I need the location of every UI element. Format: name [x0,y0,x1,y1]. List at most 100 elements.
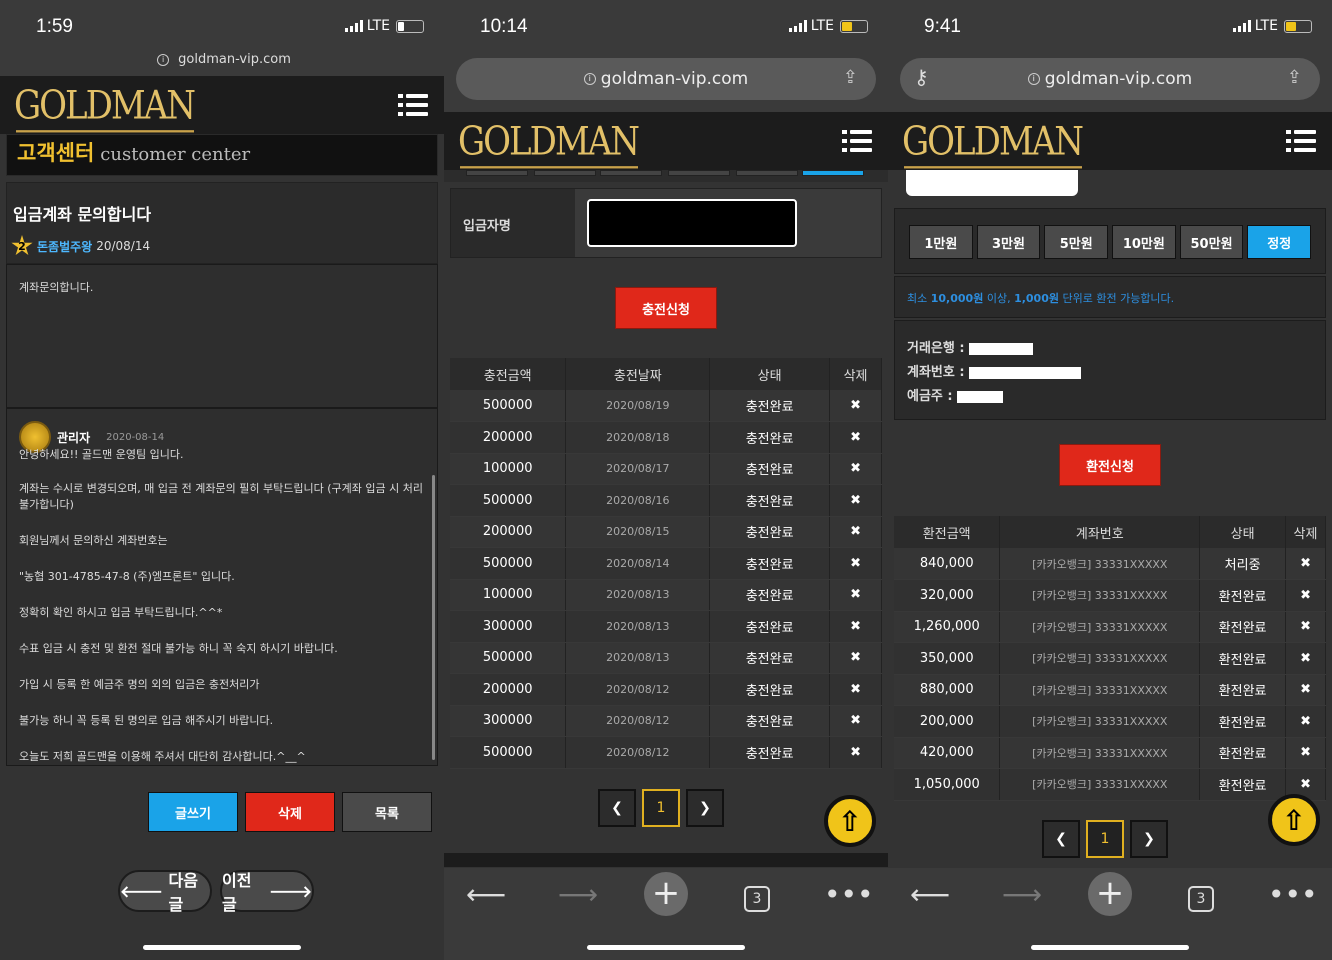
reset-button[interactable]: 정정 [1247,225,1312,259]
withdraw-request-button[interactable]: 환전신청 [1059,444,1161,486]
post-author[interactable]: 돈좀벌주왕 [37,238,92,255]
level-star-icon: 2 [11,235,33,256]
tabs-count-button[interactable]: 3 [744,886,770,912]
page-number[interactable]: 1 [642,789,680,827]
amount-50k-button[interactable]: 5만원 [1044,225,1109,259]
amount-input[interactable] [906,170,1078,196]
delete-x-icon[interactable]: ✖ [1285,548,1326,580]
table-row: 880,000 [카카오뱅크] 33331XXXXX 환전완료 ✖ [894,674,1326,706]
forward-arrow-icon[interactable]: ⟶ [1002,878,1042,911]
cell-amount: 1,260,000 [894,611,1001,643]
table-row: 320,000 [카카오뱅크] 33331XXXXX 환전완료 ✖ [894,579,1326,612]
cell-secondary: 2020/08/12 [565,673,711,706]
share-icon[interactable]: ⇪ [843,67,858,88]
amount-30k-button[interactable]: 3만원 [976,225,1041,259]
cell-secondary: 2020/08/15 [565,516,711,548]
home-indicator[interactable] [1031,945,1189,950]
scroll-top-icon[interactable]: ⇧ [1268,794,1320,846]
cell-status: 충전완료 [709,705,831,737]
back-arrow-icon[interactable]: ⟵ [466,878,506,911]
amount-500k-button[interactable]: 50만원 [1179,225,1244,259]
back-arrow-icon[interactable]: ⟵ [910,878,950,911]
goldman-logo[interactable]: GOLDMAN [902,119,1084,169]
delete-button[interactable]: 삭제 [245,792,335,832]
prev-page-button[interactable]: ❮ [598,789,636,827]
list-button[interactable]: 목록 [342,792,432,832]
scroll-top-icon[interactable]: ⇧ [824,795,876,847]
delete-x-icon[interactable]: ✖ [829,705,882,737]
cell-amount: 300000 [450,705,567,737]
delete-x-icon[interactable]: ✖ [829,421,882,454]
delete-x-icon[interactable]: ✖ [829,673,882,706]
notice-text: 최소 [907,292,931,305]
delete-x-icon[interactable]: ✖ [829,642,882,674]
delete-x-icon[interactable]: ✖ [829,453,882,485]
withdraw-history-table: 환전금액 계좌번호 상태 삭제 840,000 [카카오뱅크] 33331XXXX… [894,516,1326,801]
new-tab-plus-icon[interactable]: + [644,872,688,916]
delete-x-icon[interactable]: ✖ [1285,611,1326,643]
page-number[interactable]: 1 [1086,820,1124,858]
delete-x-icon[interactable]: ✖ [829,547,882,580]
cell-status: 환전완료 [1199,737,1287,769]
amount-100k-button[interactable]: 10만원 [1112,225,1176,259]
address-bar[interactable]: i goldman-vip.com [0,44,444,76]
hamburger-menu-icon[interactable] [842,130,872,152]
address-bar[interactable]: i goldman-vip.com ⇪ [456,58,876,100]
delete-x-icon[interactable]: ✖ [829,736,882,769]
status-bar: 9:41 LTE [888,0,1332,56]
col-status: 상태 [709,358,831,390]
delete-x-icon[interactable]: ✖ [829,579,882,611]
delete-x-icon[interactable]: ✖ [1285,642,1326,675]
home-indicator[interactable] [587,945,745,950]
table-row: 1,260,000 [카카오뱅크] 33331XXXXX 환전완료 ✖ [894,611,1326,643]
cell-status: 환전완료 [1199,611,1287,643]
next-page-button[interactable]: ❯ [686,789,724,827]
post-header: 입금계좌 문의합니다 2 돈좀벌주왕 20/08/14 [6,182,438,264]
tabs-count-button[interactable]: 3 [1188,886,1214,912]
table-row: 100000 2020/08/17 충전완료 ✖ [450,453,882,485]
withdraw-notice: 최소 10,000원 이상, 1,000원 단위로 환전 가능합니다. [894,276,1326,318]
amount-10k-button[interactable]: 1만원 [909,225,973,259]
cell-secondary: 2020/08/18 [565,421,711,454]
more-options-icon[interactable]: ••• [1268,878,1318,911]
delete-x-icon[interactable]: ✖ [1285,674,1326,706]
scrollbar[interactable] [432,475,435,760]
delete-x-icon[interactable]: ✖ [1285,579,1326,612]
next-page-button[interactable]: ❯ [1130,820,1168,858]
write-button[interactable]: 글쓰기 [148,792,238,832]
next-post-button[interactable]: 🡐 다음글 [118,870,212,914]
col-amount: 환전금액 [894,516,1001,548]
delete-x-icon[interactable]: ✖ [1285,737,1326,769]
delete-x-icon[interactable]: ✖ [829,610,882,643]
prev-post-button[interactable]: 이전글 🡒 [220,870,314,914]
redacted-value [587,199,797,247]
key-icon[interactable]: ⚷ [914,65,929,89]
notice-unit: 1,000원 [1014,292,1059,305]
cell-secondary: 2020/08/12 [565,736,711,769]
home-indicator[interactable] [143,945,301,950]
delete-x-icon[interactable]: ✖ [829,484,882,517]
delete-x-icon[interactable]: ✖ [1285,705,1326,738]
charge-request-button[interactable]: 충전신청 [615,287,717,329]
share-icon[interactable]: ⇪ [1287,67,1302,88]
cell-amount: 200000 [450,421,567,454]
col-delete: 삭제 [1285,516,1326,548]
delete-x-icon[interactable]: ✖ [829,516,882,548]
depositor-input[interactable] [575,189,881,257]
forward-arrow-icon[interactable]: ⟶ [558,878,598,911]
goldman-logo[interactable]: GOLDMAN [458,119,640,169]
delete-x-icon[interactable]: ✖ [829,390,882,422]
more-options-icon[interactable]: ••• [824,878,874,911]
cell-status: 충전완료 [709,579,831,611]
hamburger-menu-icon[interactable] [1286,130,1316,152]
address-bar[interactable]: ⚷ i goldman-vip.com ⇪ [900,58,1320,100]
prev-page-button[interactable]: ❮ [1042,820,1080,858]
table-row: 100000 2020/08/13 충전완료 ✖ [450,579,882,611]
table-row: 420,000 [카카오뱅크] 33331XXXXX 환전완료 ✖ [894,737,1326,769]
hamburger-menu-icon[interactable] [398,94,428,116]
goldman-logo[interactable]: GOLDMAN [14,83,196,133]
reply-line: "농협 301-4785-47-8 (주)엠프론트" 입니다. [19,570,235,583]
cell-secondary: [카카오뱅크] 33331XXXXX [999,737,1201,769]
cell-secondary: [카카오뱅크] 33331XXXXX [999,611,1201,643]
new-tab-plus-icon[interactable]: + [1088,872,1132,916]
